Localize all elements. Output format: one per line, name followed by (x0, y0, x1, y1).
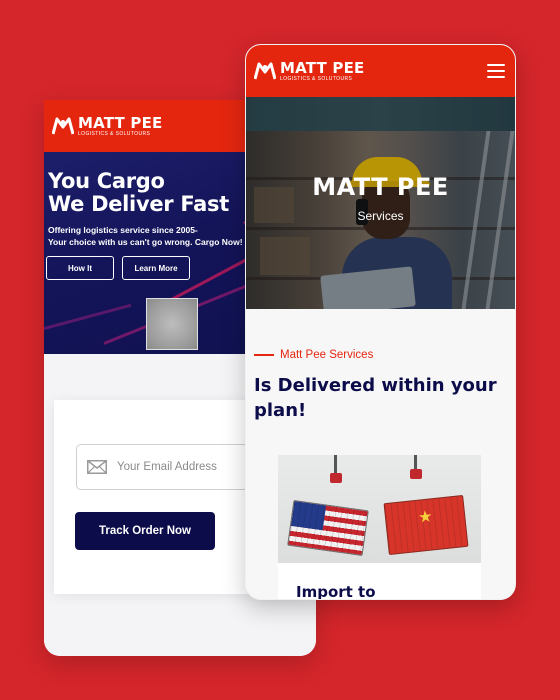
shipping-containers-image: ★ (278, 455, 481, 563)
services-hero-title: MATT PEE (312, 173, 449, 201)
brand-logo[interactable]: MATT PEE LOGISTICS & SOLUTOURS (254, 58, 365, 82)
crane-hook-block (410, 469, 422, 479)
section-eyebrow: Matt Pee Services (254, 349, 373, 361)
learn-more-button[interactable]: Learn More (122, 256, 190, 280)
decor-stripe (44, 303, 132, 330)
front-phone-screen: MATT PEE LOGISTICS & SOLUTOURS MATT PEE … (245, 44, 516, 600)
hero-image-placeholder (146, 298, 198, 350)
services-hero: MATT PEE Services (246, 97, 515, 309)
eyebrow-line (254, 354, 274, 356)
us-flag-container (287, 499, 369, 557)
hero-subtitle-line2: Your choice with us can't go wrong. Carg… (48, 237, 243, 247)
logo-name: MATT PEE (78, 113, 163, 132)
hero-title: You Cargo We Deliver Fast (48, 170, 229, 216)
flag-star: ★ (417, 508, 434, 527)
logo-icon (52, 117, 74, 135)
hero-subtitle-line1: Offering logistics service since 2005- (48, 225, 198, 235)
logo-icon (254, 62, 276, 80)
track-order-button[interactable]: Track Order Now (75, 512, 215, 550)
logo-name: MATT PEE (280, 58, 365, 77)
section-title: Is Delivered within your plan! (254, 375, 497, 421)
hamburger-menu-icon[interactable] (487, 64, 505, 78)
china-flag-container: ★ (383, 494, 469, 556)
logo-tagline: LOGISTICS & SOLUTOURS (78, 130, 151, 137)
hero-overlay (246, 97, 515, 309)
services-section: Matt Pee Services Is Delivered within yo… (246, 309, 515, 600)
mail-icon (87, 460, 107, 474)
hero-title-line1: You Cargo (48, 169, 165, 193)
hero-subtitle: Offering logistics service since 2005- Y… (48, 224, 243, 248)
email-placeholder: Your Email Address (117, 461, 217, 473)
how-it-button[interactable]: How It (46, 256, 114, 280)
crane-hook (334, 455, 337, 475)
hero-title-line2: We Deliver Fast (48, 192, 229, 216)
eyebrow-text: Matt Pee Services (280, 349, 374, 361)
services-hero-subtitle: Services (357, 209, 404, 223)
crane-hook-block (330, 473, 342, 483)
container-ribs (288, 501, 368, 555)
service-card-title: Import to (296, 583, 376, 600)
logo-tagline: LOGISTICS & SOLUTOURS (280, 75, 353, 82)
brand-logo[interactable]: MATT PEE LOGISTICS & SOLUTOURS (52, 113, 163, 137)
service-card[interactable]: ★ Import to (278, 455, 481, 600)
front-header: MATT PEE LOGISTICS & SOLUTOURS (246, 45, 515, 97)
